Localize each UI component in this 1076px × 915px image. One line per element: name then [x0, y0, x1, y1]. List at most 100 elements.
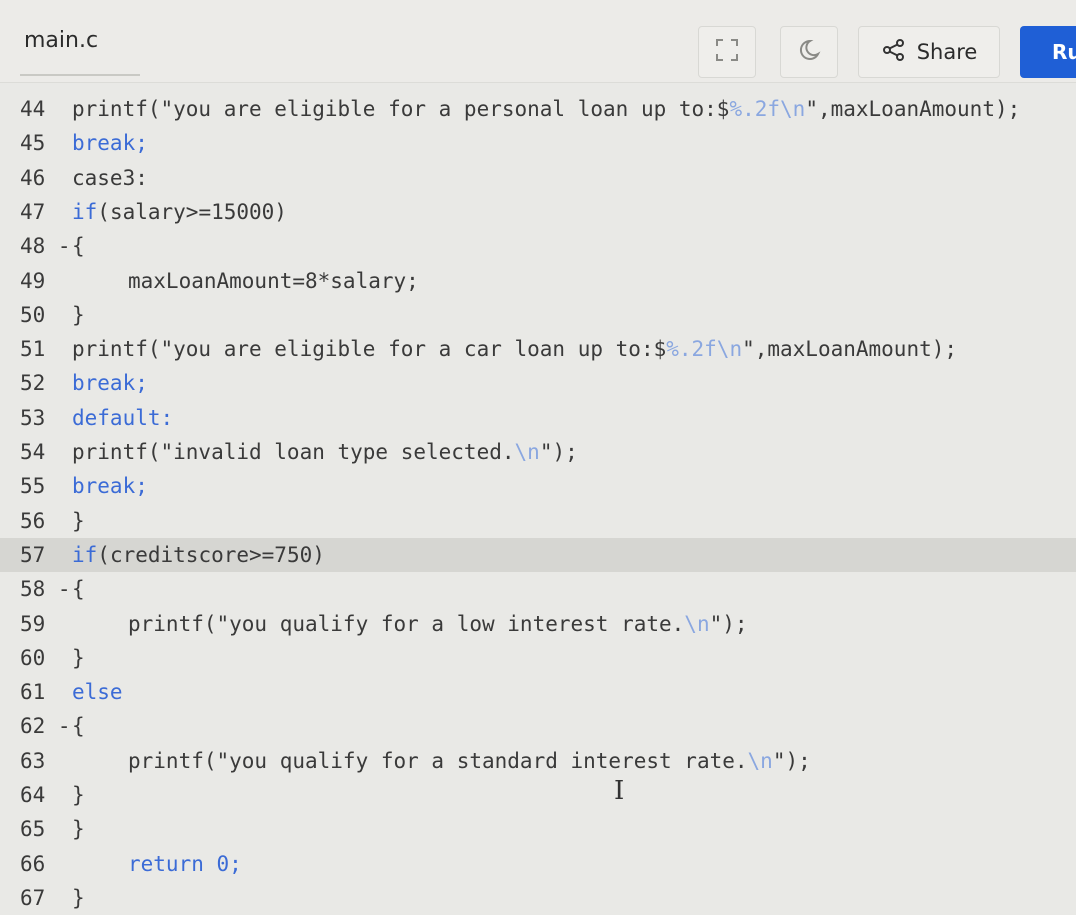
code-text: { — [72, 229, 85, 263]
line-number: 59 — [20, 612, 46, 636]
line-number: 51 — [20, 337, 46, 361]
code-token: (creditscore>=750) — [97, 543, 325, 567]
code-text: } — [72, 504, 85, 538]
line-number: 60 — [20, 646, 46, 670]
fullscreen-button[interactable] — [698, 26, 756, 78]
code-line[interactable]: 66 return 0; — [0, 847, 1076, 881]
line-number: 62 - — [20, 714, 71, 738]
share-label: Share — [916, 40, 978, 64]
active-tab-indicator — [20, 74, 140, 76]
code-text: if(creditscore>=750) — [72, 538, 325, 572]
code-line[interactable]: 58 -{ — [0, 572, 1076, 606]
code-line[interactable]: 54 printf("invalid loan type selected.\n"… — [0, 435, 1076, 469]
code-token: printf("you qualify for a low interest r… — [128, 612, 685, 636]
line-number: 57 — [20, 543, 46, 567]
line-number: 48 - — [20, 234, 71, 258]
code-text: { — [72, 572, 85, 606]
line-number: 67 — [20, 886, 46, 910]
line-number: 64 — [20, 783, 46, 807]
code-text: break; — [72, 469, 148, 503]
code-token: printf("you are eligible for a personal … — [72, 97, 730, 121]
code-text: } — [72, 881, 85, 915]
code-line[interactable]: 63 printf("you qualify for a standard int… — [0, 744, 1076, 778]
code-line[interactable]: 65} — [0, 812, 1076, 846]
line-number: 63 — [20, 749, 46, 773]
code-escape: \n — [747, 749, 773, 773]
line-number: 54 — [20, 440, 46, 464]
line-number: 49 — [20, 269, 46, 293]
code-line[interactable]: 61 else — [0, 675, 1076, 709]
code-token: { — [72, 234, 85, 258]
file-tab-title[interactable]: main.c — [24, 28, 98, 53]
code-token: } — [72, 783, 85, 807]
run-label: Ru — [1052, 40, 1076, 64]
line-number: 56 — [20, 509, 46, 533]
code-token: case3: — [72, 166, 148, 190]
code-text: printf("you qualify for a low interest r… — [128, 607, 748, 641]
code-text: { — [72, 709, 85, 743]
code-token: (salary>=15000) — [97, 200, 287, 224]
code-line[interactable]: 44 printf("you are eligible for a persona… — [0, 92, 1076, 126]
code-line[interactable]: 50} — [0, 298, 1076, 332]
code-text: printf("you are eligible for a personal … — [72, 92, 1020, 126]
code-token: maxLoanAmount=8*salary; — [128, 269, 419, 293]
code-token: printf("you qualify for a standard inter… — [128, 749, 748, 773]
fullscreen-icon — [714, 37, 740, 68]
code-line[interactable]: 55 break; — [0, 469, 1076, 503]
code-line[interactable]: 47 if(salary>=15000) — [0, 195, 1076, 229]
code-text: } — [72, 778, 85, 812]
code-token: ",maxLoanAmount); — [742, 337, 958, 361]
code-text: printf("you are eligible for a car loan … — [72, 332, 957, 366]
code-token: } — [72, 646, 85, 670]
line-number: 47 — [20, 200, 46, 224]
code-line[interactable]: 56} — [0, 504, 1076, 538]
code-editor[interactable]: 44 printf("you are eligible for a persona… — [0, 88, 1076, 910]
code-line[interactable]: 59 printf("you qualify for a low interest… — [0, 607, 1076, 641]
code-text: break; — [72, 366, 148, 400]
share-button[interactable]: Share — [858, 26, 1000, 78]
code-keyword: return 0; — [128, 852, 242, 876]
code-escape: %.2f\n — [729, 97, 806, 121]
code-line[interactable]: 48 -{ — [0, 229, 1076, 263]
code-token: } — [72, 817, 85, 841]
line-number: 66 — [20, 852, 46, 876]
code-line[interactable]: 46 case3: — [0, 161, 1076, 195]
code-keyword: break; — [72, 371, 148, 395]
code-text: maxLoanAmount=8*salary; — [128, 264, 419, 298]
code-line[interactable]: 60} — [0, 641, 1076, 675]
code-line[interactable]: 62 -{ — [0, 709, 1076, 743]
line-number: 61 — [20, 680, 46, 704]
code-text: default: — [72, 401, 173, 435]
line-number: 53 — [20, 406, 46, 430]
code-line[interactable]: 49 maxLoanAmount=8*salary; — [0, 264, 1076, 298]
text-cursor-icon: I — [614, 776, 625, 806]
code-keyword: break; — [72, 131, 148, 155]
code-text: } — [72, 641, 85, 675]
code-token: "); — [709, 612, 748, 636]
code-line[interactable]: 51 printf("you are eligible for a car loa… — [0, 332, 1076, 366]
theme-toggle-button[interactable] — [780, 26, 838, 78]
code-keyword: if — [72, 543, 98, 567]
code-text: } — [72, 812, 85, 846]
code-token: printf("invalid loan type selected. — [72, 440, 515, 464]
code-keyword: if — [72, 200, 98, 224]
code-line[interactable]: 53 default: — [0, 401, 1076, 435]
line-number: 65 — [20, 817, 46, 841]
run-button[interactable]: Ru — [1020, 26, 1076, 78]
code-text: else — [72, 675, 123, 709]
code-token: "); — [539, 440, 578, 464]
code-token: ",maxLoanAmount); — [805, 97, 1021, 121]
code-text: return 0; — [128, 847, 242, 881]
code-line[interactable]: 57 if(creditscore>=750) — [0, 538, 1076, 572]
code-token: "); — [772, 749, 811, 773]
code-line[interactable]: 52 break; — [0, 366, 1076, 400]
code-line[interactable]: 67} — [0, 881, 1076, 915]
code-text: case3: — [72, 161, 148, 195]
code-line[interactable]: 64} — [0, 778, 1076, 812]
share-icon — [881, 37, 907, 68]
code-escape: %.2f\n — [666, 337, 743, 361]
code-escape: \n — [684, 612, 710, 636]
code-token: { — [72, 577, 85, 601]
code-line[interactable]: 45 break; — [0, 126, 1076, 160]
line-number: 58 - — [20, 577, 71, 601]
